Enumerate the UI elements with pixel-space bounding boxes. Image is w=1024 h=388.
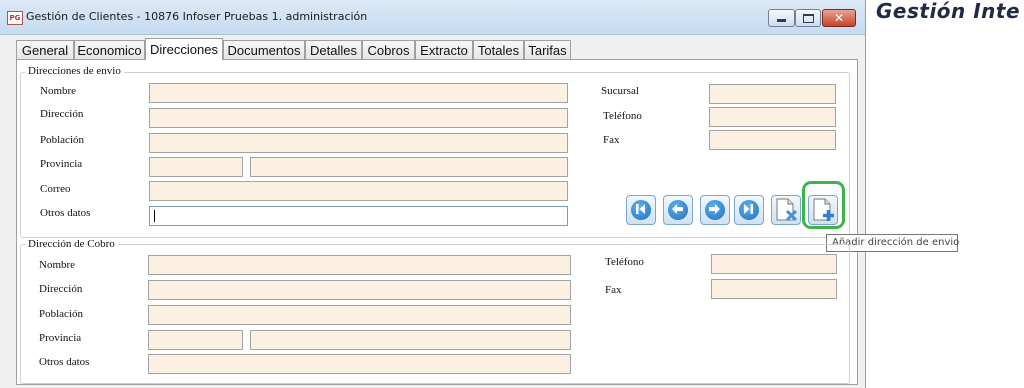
delete-address-button[interactable] — [771, 195, 801, 225]
tab-documentos[interactable]: Documentos — [223, 40, 305, 59]
previous-record-icon — [672, 204, 683, 214]
cobro-telefono-label: Teléfono — [605, 256, 644, 268]
first-record-icon — [636, 204, 645, 214]
tab-detalles[interactable]: Detalles — [305, 40, 362, 59]
cobro-telefono-input[interactable] — [711, 254, 837, 274]
tab-economico[interactable]: Economico — [74, 40, 145, 59]
envio-nombre-input[interactable] — [149, 83, 568, 103]
background-app-title: Gestión Inte — [876, 0, 1021, 23]
title-bar: PG Gestión de Clientes - 10876 Infoser P… — [0, 0, 865, 35]
cobro-poblacion-input[interactable] — [148, 305, 571, 325]
close-button[interactable]: ✕ — [822, 9, 856, 27]
envio-provincia-label: Provincia — [40, 158, 83, 170]
last-record-icon — [744, 204, 753, 214]
cobro-otros-input[interactable] — [148, 354, 571, 374]
envio-sucursal-input[interactable] — [709, 84, 836, 104]
next-record-icon — [709, 204, 720, 214]
close-icon: ✕ — [833, 11, 845, 25]
envio-direccion-input[interactable] — [149, 108, 568, 128]
envio-provincia-code-input[interactable] — [149, 157, 243, 177]
envio-correo-input[interactable] — [149, 181, 568, 201]
minimize-button[interactable] — [768, 9, 795, 27]
cobro-provincia-label: Provincia — [39, 332, 82, 344]
cobro-nombre-label: Nombre — [39, 259, 76, 271]
envio-correo-label: Correo — [40, 183, 71, 195]
minimize-icon — [777, 19, 786, 22]
tab-extracto[interactable]: Extracto — [415, 40, 473, 59]
cobro-provincia-code-input[interactable] — [148, 330, 243, 350]
cobro-legend: Dirección de Cobro — [25, 238, 118, 250]
cobro-fax-label: Fax — [605, 284, 622, 296]
cobro-direccion-input[interactable] — [148, 280, 571, 300]
envio-otros-input[interactable] — [149, 206, 568, 226]
tab-general[interactable]: General — [16, 40, 74, 59]
last-record-button[interactable] — [734, 195, 764, 225]
cobro-nombre-input[interactable] — [148, 255, 571, 275]
maximize-icon — [803, 14, 814, 23]
add-button-highlight — [802, 181, 845, 229]
next-record-button[interactable] — [700, 195, 730, 225]
first-record-button[interactable] — [626, 195, 656, 225]
delete-address-icon — [776, 198, 798, 222]
envio-poblacion-label: Población — [40, 134, 84, 146]
maximize-button[interactable] — [795, 9, 821, 27]
envio-fax-input[interactable] — [709, 130, 836, 150]
envio-telefono-label: Teléfono — [603, 110, 642, 122]
cobro-otros-label: Otros datos — [39, 356, 90, 368]
cobro-poblacion-label: Población — [39, 308, 83, 320]
envio-poblacion-input[interactable] — [149, 133, 568, 153]
envio-otros-label: Otros datos — [40, 207, 91, 219]
tab-cobros[interactable]: Cobros — [362, 40, 415, 59]
window-title: Gestión de Clientes - 10876 Infoser Prue… — [26, 10, 368, 23]
envio-direccion-label: Dirección — [40, 108, 84, 120]
envio-telefono-input[interactable] — [709, 107, 836, 127]
text-caret — [154, 210, 155, 222]
envio-sucursal-label: Sucursal — [601, 85, 639, 97]
cobro-provincia-name-input[interactable] — [250, 330, 571, 350]
app-icon: PG — [7, 11, 23, 25]
envio-legend: Direcciones de envio — [25, 65, 124, 77]
envio-nombre-label: Nombre — [40, 85, 77, 97]
tab-totales[interactable]: Totales — [473, 40, 524, 59]
tab-direcciones[interactable]: Direcciones — [145, 38, 223, 60]
envio-fax-label: Fax — [603, 134, 620, 146]
cobro-direccion-label: Dirección — [39, 283, 83, 295]
previous-record-button[interactable] — [663, 195, 693, 225]
tab-tarifas[interactable]: Tarifas — [524, 40, 571, 59]
envio-provincia-name-input[interactable] — [250, 157, 568, 177]
clientes-window: PG Gestión de Clientes - 10876 Infoser P… — [0, 0, 959, 388]
cobro-fax-input[interactable] — [711, 279, 837, 299]
